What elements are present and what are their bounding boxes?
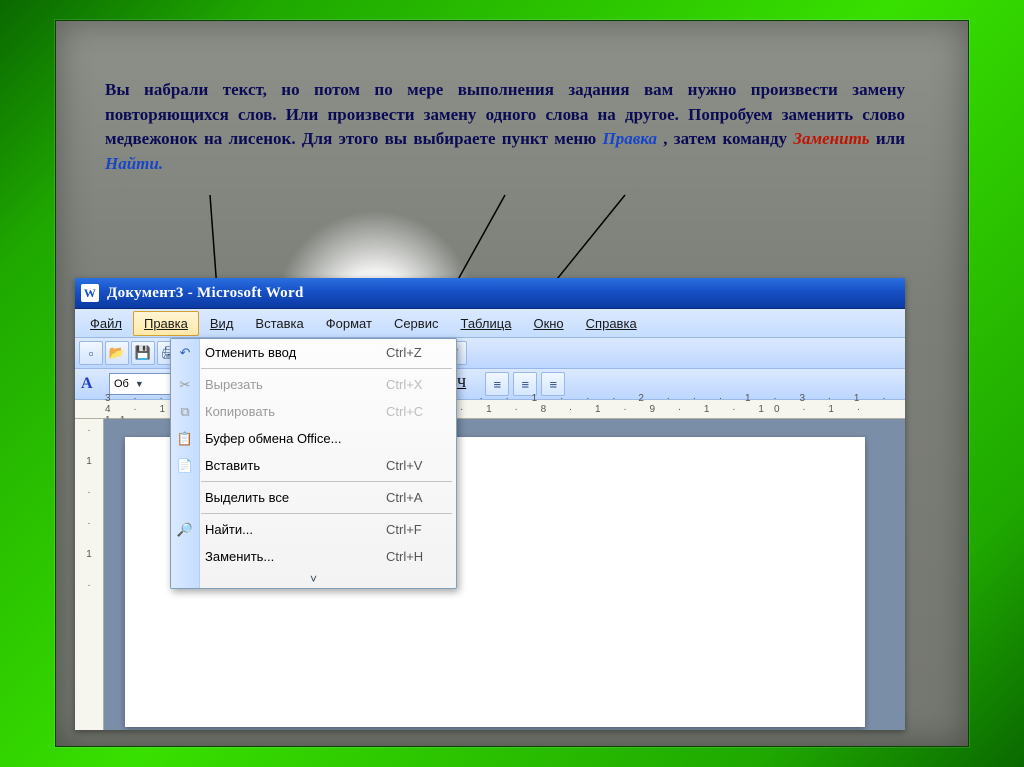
dd-sep bbox=[201, 481, 452, 482]
menu-table[interactable]: Таблица bbox=[449, 311, 522, 336]
dd-replace[interactable]: Заменить... Ctrl+H bbox=[171, 543, 456, 570]
instruction-part: на bbox=[204, 129, 229, 148]
edit-dropdown: ↶ Отменить ввод Ctrl+Z ✂ Вырезать Ctrl+X… bbox=[170, 338, 457, 589]
chevron-down-icon: ˅ bbox=[310, 572, 317, 586]
cut-icon: ✂ bbox=[175, 375, 195, 395]
menu-file[interactable]: Файл bbox=[79, 311, 133, 336]
open-icon[interactable]: 📂 bbox=[105, 341, 129, 365]
paste-icon: 📄 bbox=[175, 456, 195, 476]
menu-insert[interactable]: Вставка bbox=[244, 311, 314, 336]
dd-sep bbox=[201, 513, 452, 514]
instruction-part: Для этого вы выбираете пункт меню bbox=[302, 129, 603, 148]
kw-cmd-naiti: Найти. bbox=[105, 154, 163, 173]
clipboard-icon: 📋 bbox=[175, 429, 195, 449]
menu-view[interactable]: Вид bbox=[199, 311, 245, 336]
dd-find[interactable]: 🔎 Найти... Ctrl+F bbox=[171, 516, 456, 543]
slide: Вы набрали текст, но потом по мере выпол… bbox=[0, 0, 1024, 767]
dd-selectall[interactable]: Выделить все Ctrl+A bbox=[171, 484, 456, 511]
menu-edit[interactable]: Правка bbox=[133, 311, 199, 336]
menu-tools[interactable]: Сервис bbox=[383, 311, 450, 336]
menu-format[interactable]: Формат bbox=[315, 311, 383, 336]
dd-paste[interactable]: 📄 Вставить Ctrl+V bbox=[171, 452, 456, 479]
menubar: Файл Правка Вид Вставка Формат Сервис Та… bbox=[75, 309, 905, 338]
kw-bold-2: лисенок. bbox=[229, 129, 296, 148]
title-text: Документ3 - Microsoft Word bbox=[107, 285, 304, 302]
instruction-part: или bbox=[876, 129, 905, 148]
new-doc-icon[interactable]: ▫ bbox=[79, 341, 103, 365]
menu-help[interactable]: Справка bbox=[575, 311, 648, 336]
kw-bold-1: медвежонок bbox=[105, 129, 198, 148]
instruction-part: Вы набрали текст, но потом по мере выпол… bbox=[105, 80, 905, 124]
dd-clipboard[interactable]: 📋 Буфер обмена Office... bbox=[171, 425, 456, 452]
instruction-part: , затем команду bbox=[663, 129, 793, 148]
kw-menu-pravka: Правка bbox=[602, 129, 657, 148]
menu-window[interactable]: Окно bbox=[522, 311, 574, 336]
ruler-vertical[interactable]: · 1 · · 1 · bbox=[75, 419, 104, 730]
dd-undo[interactable]: ↶ Отменить ввод Ctrl+Z bbox=[171, 339, 456, 366]
binoculars-icon: 🔎 bbox=[175, 520, 195, 540]
save-icon[interactable]: 💾 bbox=[131, 341, 155, 365]
copy-icon: ⧉ bbox=[175, 402, 195, 422]
dd-expand[interactable]: ˅ bbox=[171, 570, 456, 588]
kw-cmd-zamenit: Заменить bbox=[793, 129, 869, 148]
word-icon: W bbox=[81, 284, 99, 302]
dd-copy[interactable]: ⧉ Копировать Ctrl+C bbox=[171, 398, 456, 425]
instruction-text: Вы набрали текст, но потом по мере выпол… bbox=[105, 78, 905, 177]
dd-sep bbox=[201, 368, 452, 369]
undo-icon: ↶ bbox=[175, 343, 195, 363]
titlebar[interactable]: W Документ3 - Microsoft Word bbox=[75, 278, 905, 309]
style-glyph[interactable]: A⃞ bbox=[81, 375, 105, 393]
dd-cut[interactable]: ✂ Вырезать Ctrl+X bbox=[171, 371, 456, 398]
